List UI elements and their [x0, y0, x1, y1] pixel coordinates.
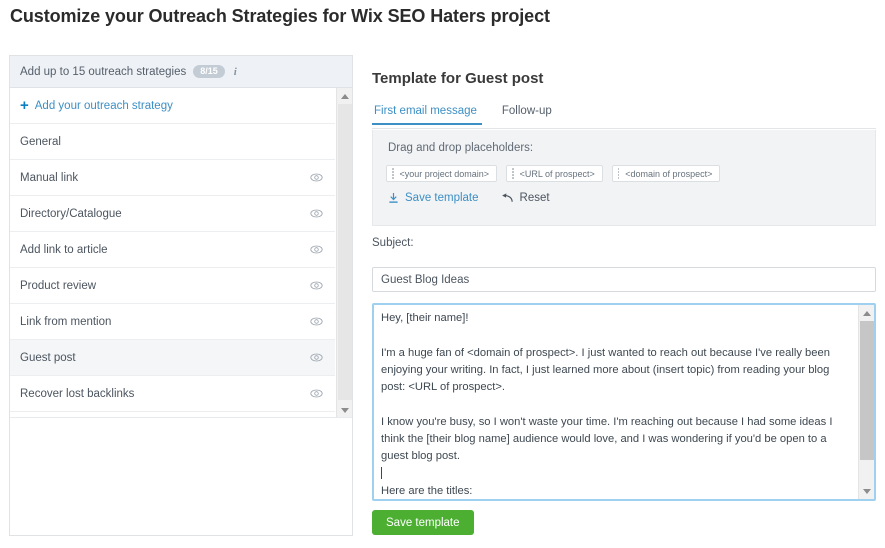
- eye-icon[interactable]: [301, 171, 331, 184]
- tab-first-email-message[interactable]: First email message: [372, 105, 482, 125]
- email-body-editor[interactable]: Hey, [their name]! I'm a huge fan of <do…: [372, 303, 876, 501]
- scroll-up-icon[interactable]: [337, 88, 352, 104]
- reset-link-label: Reset: [519, 192, 550, 204]
- undo-icon: [501, 192, 513, 202]
- sidebar-item-product-review[interactable]: Product review: [10, 268, 335, 304]
- add-outreach-strategy-label: Add your outreach strategy: [34, 99, 173, 112]
- eye-icon[interactable]: [301, 315, 331, 328]
- scroll-down-icon[interactable]: [337, 402, 352, 417]
- template-actions: Save template Reset: [388, 192, 550, 204]
- download-icon: [389, 192, 398, 203]
- subject-label: Subject:: [372, 237, 414, 249]
- placeholder-chip-project-domain[interactable]: <your project domain>: [386, 165, 498, 182]
- placeholder-chip-label: <domain of prospect>: [625, 168, 713, 179]
- reset-link[interactable]: Reset: [501, 192, 550, 204]
- scroll-up-icon[interactable]: [859, 305, 874, 321]
- list-item-label: Recover lost backlinks: [20, 387, 135, 400]
- save-template-link[interactable]: Save template: [388, 192, 479, 204]
- eye-icon[interactable]: [301, 207, 331, 220]
- sidebar-item-general[interactable]: General: [10, 124, 335, 160]
- placeholder-chip-url-of-prospect[interactable]: <URL of prospect>: [506, 165, 603, 182]
- list-item-label: Add link to article: [20, 243, 108, 256]
- list-item-label: Guest post: [20, 351, 76, 364]
- template-tabs: First email message Follow-up: [372, 105, 876, 129]
- list-item-label: Manual link: [20, 171, 79, 184]
- save-template-button[interactable]: Save template: [372, 510, 474, 535]
- page-title: Customize your Outreach Strategies for W…: [10, 6, 550, 26]
- subject-input[interactable]: [372, 267, 876, 292]
- sidebar-item-directory-catalogue[interactable]: Directory/Catalogue: [10, 196, 335, 232]
- sidebar-item-manual-link[interactable]: Manual link: [10, 160, 335, 196]
- list-item-label: Directory/Catalogue: [20, 207, 122, 220]
- eye-icon[interactable]: [301, 279, 331, 292]
- drag-handle-icon[interactable]: [510, 168, 516, 179]
- placeholder-chip-domain-of-prospect[interactable]: <domain of prospect>: [611, 165, 721, 182]
- drag-handle-icon[interactable]: [390, 168, 396, 179]
- placeholder-chip-label: <your project domain>: [399, 168, 490, 179]
- placeholder-chips: <your project domain> <URL of prospect> …: [386, 165, 721, 182]
- list-item-label: Link from mention: [20, 315, 112, 328]
- template-editor-panel: Template for Guest post First email mess…: [365, 55, 876, 536]
- email-body-scrollbar[interactable]: [858, 305, 874, 499]
- eye-icon[interactable]: [301, 387, 331, 400]
- placeholders-label: Drag and drop placeholders:: [388, 142, 534, 154]
- strategies-limit-label: Add up to 15 outreach strategies: [20, 65, 187, 78]
- drag-handle-icon[interactable]: [616, 168, 622, 179]
- sidebar-item-recover-lost-backlinks[interactable]: Recover lost backlinks: [10, 376, 335, 412]
- email-body-part1: Hey, [their name]! I'm a huge fan of <do…: [381, 312, 833, 463]
- sidebar-item-guest-post[interactable]: Guest post: [10, 340, 335, 376]
- list-item-label: General: [20, 135, 61, 148]
- info-icon[interactable]: i: [234, 66, 237, 78]
- email-body-text[interactable]: Hey, [their name]! I'm a huge fan of <do…: [374, 305, 858, 499]
- sidebar-item-link-from-mention[interactable]: Link from mention: [10, 304, 335, 340]
- strategies-count-badge: 8/15: [193, 65, 225, 78]
- strategies-list-inner: + Add your outreach strategy General Man…: [10, 88, 335, 412]
- strategies-panel: Add up to 15 outreach strategies 8/15 i …: [9, 55, 353, 536]
- email-body-part2: Here are the titles: (List Titles): [381, 484, 473, 497]
- scrollbar-thumb[interactable]: [338, 104, 352, 400]
- strategies-panel-header: Add up to 15 outreach strategies 8/15 i: [10, 56, 352, 88]
- scrollbar-thumb[interactable]: [860, 321, 874, 460]
- strategies-list-scrollbar[interactable]: [336, 88, 352, 417]
- text-caret: [381, 466, 382, 479]
- eye-icon[interactable]: [301, 243, 331, 256]
- list-item-label: Product review: [20, 279, 97, 292]
- tab-follow-up[interactable]: Follow-up: [500, 105, 557, 124]
- template-title: Template for Guest post: [372, 70, 544, 87]
- placeholders-box: Drag and drop placeholders: <your projec…: [372, 130, 876, 226]
- scroll-down-icon[interactable]: [859, 483, 874, 499]
- save-template-link-label: Save template: [405, 192, 479, 204]
- outreach-strategies-page: Customize your Outreach Strategies for W…: [0, 0, 885, 548]
- add-outreach-strategy-button[interactable]: + Add your outreach strategy: [10, 88, 335, 124]
- placeholder-chip-label: <URL of prospect>: [519, 168, 595, 179]
- eye-icon[interactable]: [301, 351, 331, 364]
- sidebar-item-add-link-to-article[interactable]: Add link to article: [10, 232, 335, 268]
- plus-icon: +: [20, 97, 29, 114]
- strategies-list: + Add your outreach strategy General Man…: [10, 88, 352, 418]
